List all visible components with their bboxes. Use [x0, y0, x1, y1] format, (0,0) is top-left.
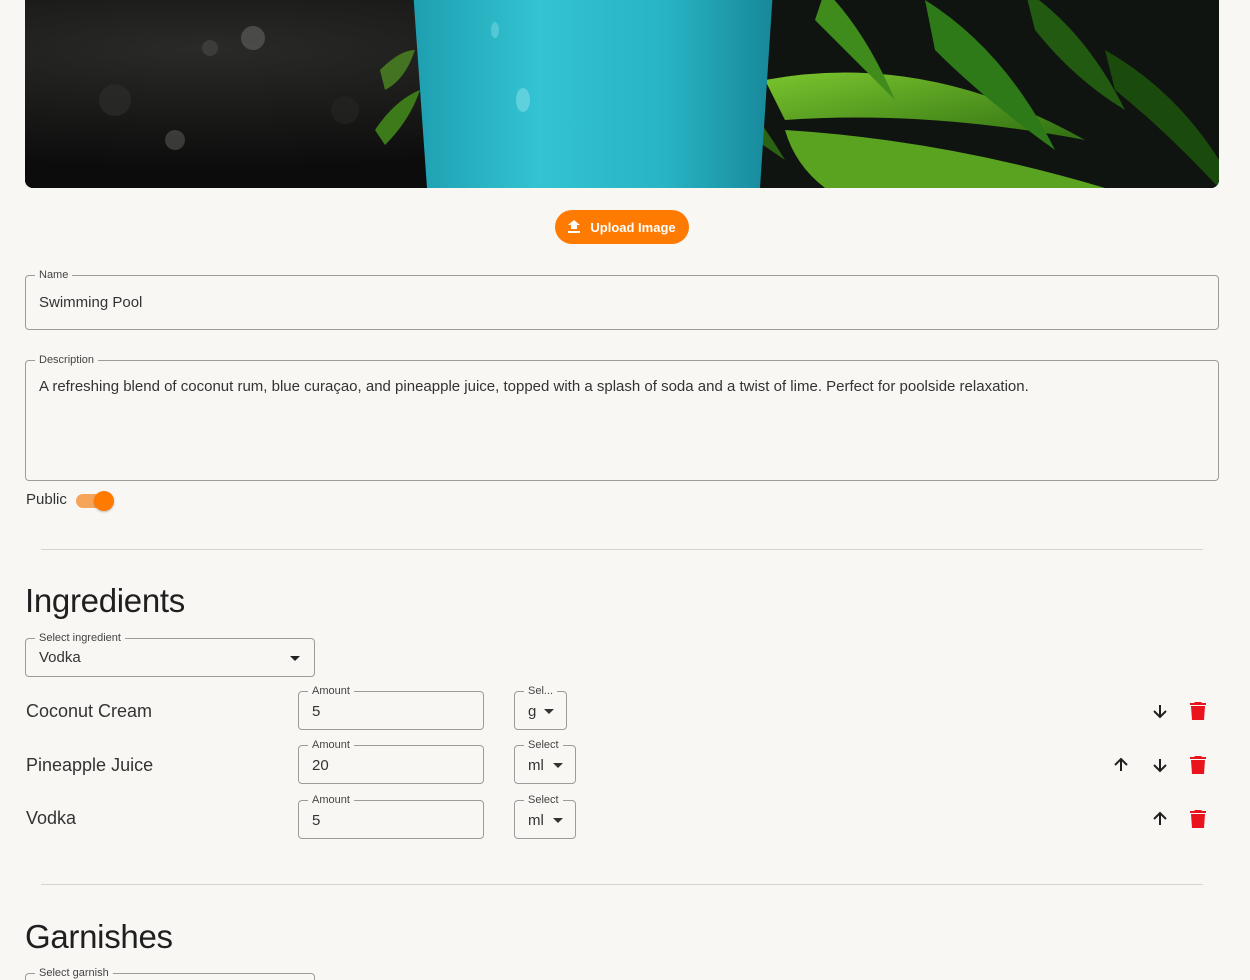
unit-select[interactable]: Select ml [514, 793, 576, 839]
garnishes-heading: Garnishes [25, 918, 173, 955]
unit-select-label: Select [524, 738, 563, 752]
description-field[interactable]: Description A refreshing blend of coconu… [25, 353, 1219, 481]
name-field-value: Swimming Pool [39, 294, 143, 311]
arrow-down-icon [1153, 705, 1167, 719]
amount-label: Amount [308, 738, 354, 752]
unit-select[interactable]: Select ml [514, 738, 576, 784]
amount-input[interactable]: Amount 5 [298, 793, 484, 839]
upload-icon [568, 220, 581, 234]
chevron-down-icon [544, 709, 554, 714]
delete-button[interactable] [1186, 807, 1210, 831]
trash-icon [1190, 810, 1206, 828]
select-ingredient-value: Vodka [39, 649, 81, 666]
amount-value: 5 [312, 812, 321, 829]
amount-input[interactable]: Amount 20 [298, 738, 484, 784]
ingredient-name: Pineapple Juice [26, 755, 154, 775]
select-garnish-dropdown[interactable]: Select garnish [25, 966, 315, 980]
cocktail-image [25, 0, 1219, 188]
arrow-up-icon [1114, 757, 1128, 771]
unit-select-value: g [528, 703, 537, 720]
upload-image-button[interactable]: Upload Image [555, 210, 689, 244]
public-toggle[interactable] [76, 491, 114, 511]
public-toggle-thumb [94, 491, 114, 511]
delete-button[interactable] [1186, 699, 1210, 723]
ingredient-name: Vodka [26, 808, 77, 828]
select-garnish-label: Select garnish [35, 966, 113, 980]
name-field-label: Name [35, 268, 73, 282]
ingredient-name: Coconut Cream [26, 701, 153, 721]
delete-button[interactable] [1186, 753, 1210, 777]
unit-select-value: ml [528, 757, 544, 774]
cocktail-editor: Upload Image Name Swimming Pool Descript… [0, 0, 1250, 980]
trash-icon [1190, 756, 1206, 774]
divider [41, 884, 1203, 885]
amount-label: Amount [308, 793, 354, 807]
arrow-up-icon [1153, 811, 1167, 825]
description-field-label: Description [35, 353, 99, 367]
unit-select-value: ml [528, 812, 544, 829]
move-up-button[interactable] [1148, 807, 1172, 831]
unit-select-label: Sel... [524, 684, 558, 698]
select-ingredient-label: Select ingredient [35, 631, 125, 645]
amount-label: Amount [308, 684, 354, 698]
amount-input[interactable]: Amount 5 [298, 684, 484, 730]
divider [41, 549, 1203, 550]
select-ingredient-dropdown[interactable]: Select ingredient Vodka [25, 631, 315, 677]
description-field-value: A refreshing blend of coconut rum, blue … [39, 378, 1029, 395]
move-down-button[interactable] [1148, 753, 1172, 777]
chevron-down-icon [290, 656, 300, 661]
arrow-down-icon [1153, 759, 1167, 773]
move-up-button[interactable] [1109, 753, 1133, 777]
upload-image-label: Upload Image [590, 219, 676, 235]
amount-value: 5 [312, 703, 321, 720]
trash-icon [1190, 702, 1206, 720]
name-field[interactable]: Name Swimming Pool [25, 268, 1219, 330]
unit-select-label: Select [524, 793, 563, 807]
chevron-down-icon [553, 818, 563, 823]
unit-select[interactable]: Sel... g [514, 684, 567, 730]
public-toggle-label: Public [26, 491, 67, 508]
ingredients-heading: Ingredients [25, 582, 185, 619]
amount-value: 20 [312, 757, 329, 774]
move-down-button[interactable] [1148, 699, 1172, 723]
chevron-down-icon [553, 763, 563, 768]
